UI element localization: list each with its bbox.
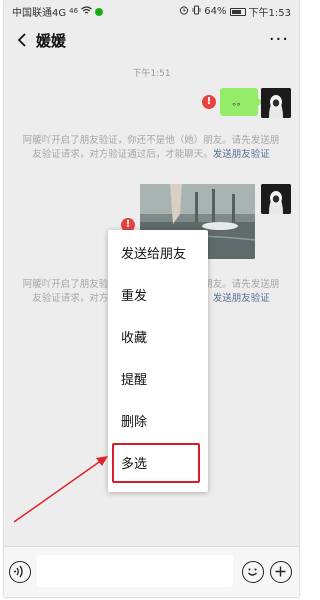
chat-screen: 中国联通4G 46 64% 下午1:53 媛媛 ··· 下午1:51 ! 。。 … — [4, 0, 299, 597]
message-input[interactable] — [37, 555, 233, 587]
voice-icon[interactable] — [9, 561, 31, 583]
emoji-icon[interactable] — [242, 561, 264, 583]
plus-icon[interactable] — [270, 561, 292, 583]
input-bar — [4, 546, 299, 597]
annotation-arrow — [13, 456, 108, 523]
